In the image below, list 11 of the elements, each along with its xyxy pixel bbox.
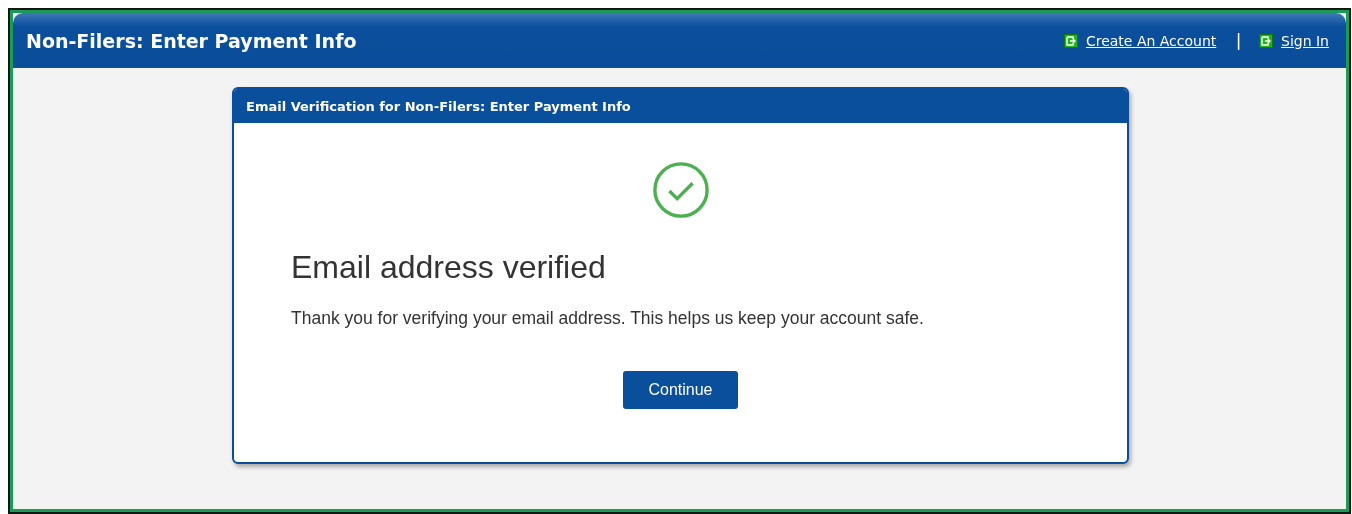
exit-icon <box>1063 33 1078 48</box>
page-title: Non-Filers: Enter Payment Info <box>26 29 357 52</box>
exit-icon <box>1259 33 1273 48</box>
link-separator: | <box>1236 30 1241 51</box>
card-title: Email Verification for Non-Filers: Enter Payment Info <box>246 98 631 114</box>
heading: Email address verified <box>291 249 607 286</box>
check-circle-icon <box>651 161 710 219</box>
header-link[interactable]: Sign In <box>1281 32 1329 49</box>
message-text: Thank you for verifying your email address. This helps us keep your account safe. <box>291 308 925 329</box>
header-link[interactable]: Create An Account <box>1085 32 1217 49</box>
continue-button[interactable]: Continue <box>623 371 738 409</box>
